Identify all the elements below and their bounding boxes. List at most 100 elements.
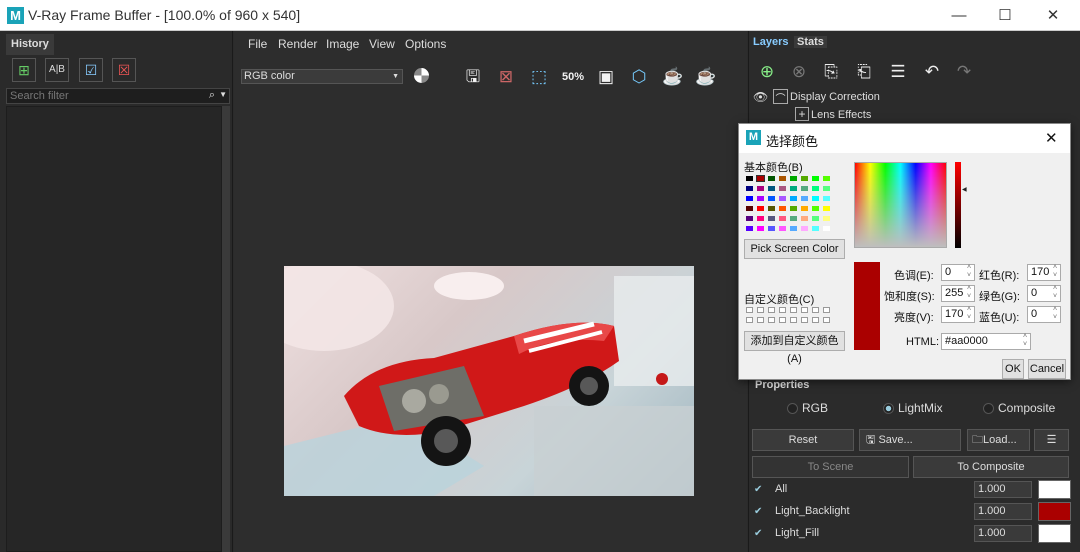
menu-render[interactable]: Render <box>278 37 317 51</box>
basic-color-swatch[interactable] <box>801 216 808 221</box>
light-color-swatch[interactable] <box>1038 502 1071 521</box>
tab-layers[interactable]: Layers <box>753 36 788 48</box>
maximize-button[interactable]: ☐ <box>982 0 1028 31</box>
hue-saturation-field[interactable] <box>854 162 947 248</box>
light-value-input[interactable]: 1.000 <box>974 503 1032 520</box>
cancel-button[interactable]: Cancel <box>1028 359 1066 379</box>
search-input[interactable]: Search filter ⌕ ▼ <box>6 88 230 104</box>
add-custom-color-button[interactable]: 添加到自定义颜色(A) <box>744 331 845 365</box>
basic-color-swatch[interactable] <box>801 226 808 231</box>
light-color-swatch[interactable] <box>1038 480 1071 499</box>
menu-file[interactable]: File <box>248 37 267 51</box>
pick-screen-color-button[interactable]: Pick Screen Color <box>744 239 845 259</box>
basic-color-swatch[interactable] <box>812 176 819 181</box>
save-button[interactable]: 🖫 Save... <box>859 429 961 451</box>
list-icon[interactable]: ☰ <box>884 59 912 85</box>
basic-color-swatch[interactable] <box>746 186 753 191</box>
custom-color-swatch[interactable] <box>768 317 775 323</box>
chevron-down-icon[interactable]: ▼ <box>219 88 227 102</box>
light-value-input[interactable]: 1.000 <box>974 481 1032 498</box>
basic-color-swatch[interactable] <box>812 216 819 221</box>
basic-color-swatch[interactable] <box>790 226 797 231</box>
custom-color-swatch[interactable] <box>823 317 830 323</box>
basic-color-swatch[interactable] <box>779 206 786 211</box>
light-checkbox[interactable]: ✔ <box>754 506 765 517</box>
basic-color-swatch[interactable] <box>801 186 808 191</box>
add-layer-icon[interactable]: ⊕ <box>753 59 781 85</box>
custom-color-swatch[interactable] <box>812 317 819 323</box>
basic-color-swatch[interactable] <box>746 206 753 211</box>
basic-color-swatch[interactable] <box>746 196 753 201</box>
green-input[interactable]: 0 <box>1027 285 1061 302</box>
clear-image-icon[interactable]: ⊠ <box>493 64 519 90</box>
basic-color-swatch[interactable] <box>779 176 786 181</box>
basic-color-swatch[interactable] <box>768 176 775 181</box>
basic-color-swatch[interactable] <box>812 226 819 231</box>
list-options-button[interactable]: ☰ <box>1034 429 1069 451</box>
basic-color-swatch[interactable] <box>812 206 819 211</box>
radio-rgb[interactable]: RGB <box>787 401 828 415</box>
basic-color-swatch[interactable] <box>757 186 764 191</box>
custom-color-swatch[interactable] <box>790 307 797 313</box>
basic-color-swatch[interactable] <box>757 216 764 221</box>
basic-color-swatch[interactable] <box>757 206 764 211</box>
red-input[interactable]: 170 <box>1027 264 1061 281</box>
layer-lens-effects[interactable]: Lens Effects <box>811 109 871 121</box>
basic-color-swatch[interactable] <box>779 186 786 191</box>
plus-icon[interactable]: + <box>795 107 809 121</box>
ab-compare-icon[interactable]: A|B <box>45 58 69 82</box>
minimize-button[interactable]: — <box>936 0 982 31</box>
to-composite-button[interactable]: To Composite <box>913 456 1069 478</box>
blue-input[interactable]: 0 <box>1027 306 1061 323</box>
light-checkbox[interactable]: ✔ <box>754 528 765 539</box>
basic-color-swatch[interactable] <box>790 186 797 191</box>
region-render-icon[interactable]: ▣ <box>593 64 619 90</box>
history-scrollbar[interactable] <box>222 106 230 552</box>
reset-button[interactable]: Reset <box>752 429 854 451</box>
save-icon[interactable]: 🖫 <box>460 64 486 90</box>
save-layers-icon[interactable]: ⎘ <box>817 59 845 85</box>
basic-color-swatch[interactable] <box>779 216 786 221</box>
menu-view[interactable]: View <box>369 37 395 51</box>
basic-color-swatch[interactable] <box>768 226 775 231</box>
channel-select[interactable]: RGB color ▼ <box>241 69 403 84</box>
basic-color-swatch[interactable] <box>768 186 775 191</box>
custom-color-swatch[interactable] <box>801 317 808 323</box>
layer-display-correction[interactable]: Display Correction <box>790 91 880 103</box>
html-input[interactable]: #aa0000 <box>941 333 1031 350</box>
ok-button[interactable]: OK <box>1002 359 1024 379</box>
custom-color-swatch[interactable] <box>790 317 797 323</box>
region-select-icon[interactable]: ⬚ <box>526 64 552 90</box>
custom-color-swatch[interactable] <box>768 307 775 313</box>
check-icon[interactable]: ☑ <box>79 58 103 82</box>
custom-color-swatch[interactable] <box>823 307 830 313</box>
radio-lightmix[interactable]: LightMix <box>883 401 943 415</box>
basic-color-swatch[interactable] <box>746 226 753 231</box>
basic-color-swatch[interactable] <box>756 175 765 182</box>
custom-color-swatch[interactable] <box>779 317 786 323</box>
color-clamp-icon[interactable] <box>414 68 429 83</box>
basic-color-swatch[interactable] <box>768 206 775 211</box>
hue-input[interactable]: 0 <box>941 264 975 281</box>
basic-color-swatch[interactable] <box>790 216 797 221</box>
basic-color-swatch[interactable] <box>823 176 830 181</box>
light-value-input[interactable]: 1.000 <box>974 525 1032 542</box>
undo-icon[interactable]: ↶ <box>918 59 946 85</box>
to-scene-button[interactable]: To Scene <box>752 456 909 478</box>
light-checkbox[interactable]: ✔ <box>754 484 765 495</box>
custom-color-swatch[interactable] <box>812 307 819 313</box>
render-interactive-icon[interactable]: ☕ <box>660 64 686 90</box>
close-icon[interactable]: ✕ <box>1045 129 1058 147</box>
basic-color-swatch[interactable] <box>746 176 753 181</box>
track-mouse-icon[interactable]: ⬡ <box>626 64 652 90</box>
basic-color-swatch[interactable] <box>801 206 808 211</box>
menu-image[interactable]: Image <box>326 37 359 51</box>
value-slider[interactable] <box>955 162 961 248</box>
delete-icon[interactable]: ☒ <box>112 58 136 82</box>
custom-color-swatch[interactable] <box>757 317 764 323</box>
basic-color-swatch[interactable] <box>801 196 808 201</box>
basic-color-swatch[interactable] <box>823 186 830 191</box>
basic-color-swatch[interactable] <box>812 196 819 201</box>
basic-color-swatch[interactable] <box>757 196 764 201</box>
basic-color-swatch[interactable] <box>757 226 764 231</box>
